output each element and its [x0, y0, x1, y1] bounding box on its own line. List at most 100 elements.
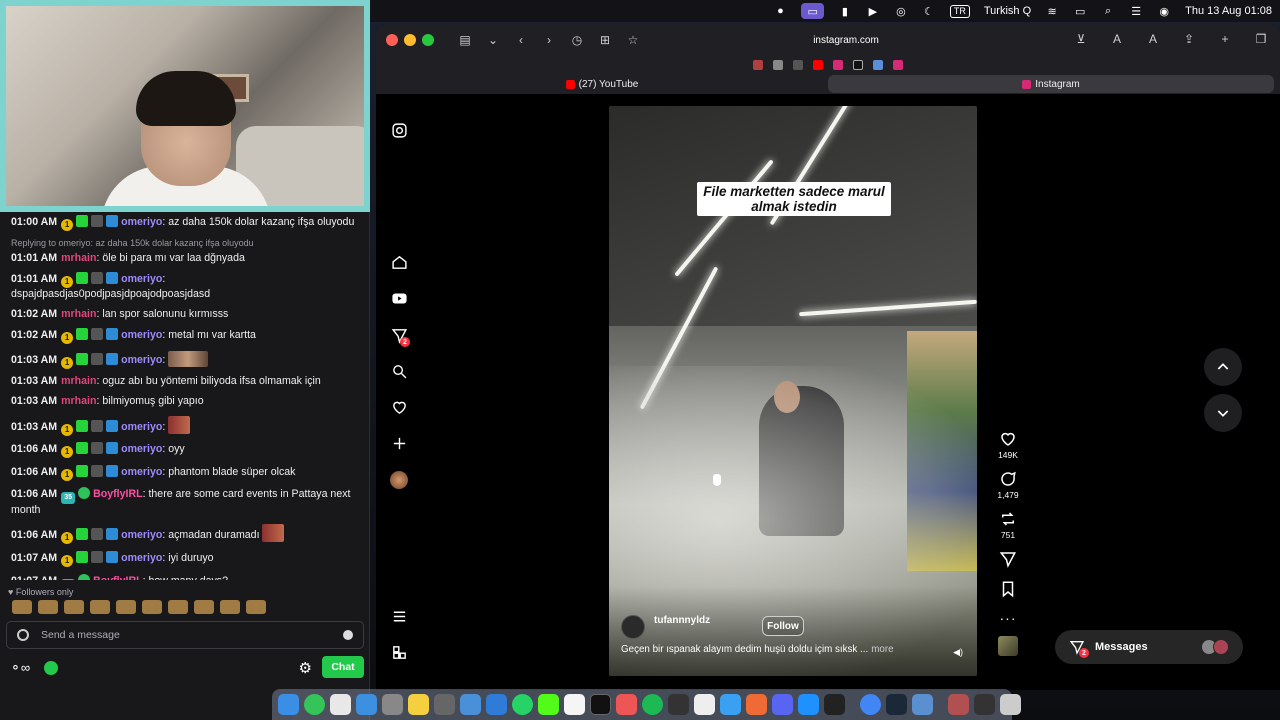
- app-icon[interactable]: [460, 694, 481, 715]
- chat-message[interactable]: 01:06 AM 1 omeriyo: phantom blade süper ol…: [11, 461, 362, 484]
- mail-icon[interactable]: [356, 694, 377, 715]
- tabs-overview-icon[interactable]: ❐: [1250, 29, 1272, 49]
- chat-username[interactable]: mrhain: [61, 395, 96, 407]
- chat-message[interactable]: 01:06 AM 35 BoyflyIRL: there are some card…: [11, 484, 362, 521]
- chat-message[interactable]: 01:03 AM 1 omeriyo:: [11, 412, 362, 439]
- chat-username[interactable]: omeriyo: [121, 529, 162, 541]
- tab-instagram[interactable]: Instagram: [828, 75, 1274, 93]
- app-icon[interactable]: [304, 694, 325, 715]
- verified-badge-icon[interactable]: [78, 487, 91, 500]
- gun-badge-icon[interactable]: [91, 215, 104, 228]
- like-action[interactable]: 149K: [990, 430, 1026, 460]
- airdrop-icon[interactable]: ◎: [894, 3, 908, 19]
- chat-message[interactable]: 01:01 AM mrhain: öle bi para mı var laa d…: [11, 249, 362, 269]
- emote[interactable]: [116, 600, 136, 614]
- gift-badge-icon[interactable]: [76, 328, 89, 341]
- whatsapp-icon[interactable]: [512, 694, 533, 715]
- chrome-icon[interactable]: [860, 694, 881, 715]
- create-plus-icon[interactable]: [387, 433, 411, 453]
- gift-badge-icon[interactable]: [76, 551, 89, 564]
- app-icon[interactable]: [694, 694, 715, 715]
- favorite-icon[interactable]: [793, 60, 803, 70]
- emote[interactable]: [90, 600, 110, 614]
- messages-button[interactable]: 2 Messages: [1055, 630, 1243, 664]
- sub-badge[interactable]: 1: [61, 332, 74, 345]
- sub-badge[interactable]: 1: [61, 275, 74, 288]
- steam-icon[interactable]: [886, 694, 907, 715]
- chat-message[interactable]: 01:00 AM 1 omeriyo: az daha 150k dolar kaz…: [11, 212, 362, 235]
- input-source-badge[interactable]: TR: [949, 4, 970, 18]
- sub-badge[interactable]: 1: [61, 532, 74, 545]
- chat-send-button[interactable]: Chat: [322, 656, 364, 678]
- search-icon[interactable]: ⌕: [1101, 3, 1115, 19]
- forward-icon[interactable]: ›: [538, 30, 560, 50]
- chat-username[interactable]: mrhain: [61, 375, 96, 387]
- screen-share-icon[interactable]: ▭: [801, 3, 824, 19]
- blue-badge-icon[interactable]: [106, 442, 119, 455]
- youtube-nav-icon[interactable]: [387, 288, 411, 308]
- sub-badge[interactable]: 1: [61, 468, 74, 481]
- photos-icon[interactable]: [564, 694, 585, 715]
- chat-message[interactable]: 01:07 AM 1 omeriyo: iyi duruyo: [11, 548, 362, 571]
- close-window-button[interactable]: [386, 34, 398, 46]
- notes-icon[interactable]: ▮: [838, 3, 852, 19]
- battery-icon[interactable]: ▭: [1073, 3, 1087, 19]
- sub-badge[interactable]: 1: [61, 555, 74, 568]
- settings-icon[interactable]: [382, 694, 403, 715]
- more-apps-icon[interactable]: [387, 642, 411, 662]
- tab-youtube[interactable]: (27) YouTube: [380, 75, 824, 93]
- kick-icon[interactable]: [44, 661, 59, 675]
- emote[interactable]: [220, 600, 240, 614]
- trash-icon[interactable]: [1000, 694, 1021, 715]
- app-icon[interactable]: [798, 694, 819, 715]
- app-icon[interactable]: [668, 694, 689, 715]
- finder-icon[interactable]: [278, 694, 299, 715]
- gift-badge-icon[interactable]: [76, 442, 89, 455]
- previous-reel-button[interactable]: [1204, 348, 1242, 386]
- author-avatar[interactable]: [621, 615, 645, 639]
- gun-badge-icon[interactable]: [91, 419, 104, 432]
- instagram-favorite-icon[interactable]: [833, 60, 843, 70]
- reel-video[interactable]: File marketten sadece marul almak istedi…: [609, 106, 977, 676]
- share-action[interactable]: [990, 550, 1026, 570]
- app-icon[interactable]: [616, 694, 637, 715]
- zoom-window-button[interactable]: [422, 34, 434, 46]
- sub-badge[interactable]: 1: [61, 446, 74, 459]
- app-icon[interactable]: [746, 694, 767, 715]
- sub-badge[interactable]: 1: [61, 356, 74, 369]
- clock-text[interactable]: Thu 13 Aug 01:08: [1185, 3, 1272, 19]
- gun-badge-icon[interactable]: [91, 528, 104, 541]
- history-icon[interactable]: ◷: [566, 30, 588, 50]
- emote[interactable]: [168, 415, 191, 434]
- audio-thumbnail[interactable]: [998, 636, 1018, 656]
- more-options-icon[interactable]: ···: [990, 610, 1026, 626]
- emote[interactable]: [246, 600, 266, 614]
- launchpad-icon[interactable]: [330, 694, 351, 715]
- favorite-icon[interactable]: [873, 60, 883, 70]
- discord-icon[interactable]: [772, 694, 793, 715]
- youtube-favorite-icon[interactable]: [813, 60, 823, 70]
- spotify-icon[interactable]: [642, 694, 663, 715]
- blue-badge-icon[interactable]: [106, 352, 119, 365]
- chat-username[interactable]: mrhain: [61, 252, 96, 264]
- emote[interactable]: [38, 600, 58, 614]
- back-icon[interactable]: ‹: [510, 30, 532, 50]
- community-icon[interactable]: ⚬∞: [10, 660, 30, 676]
- sub-badge[interactable]: 1: [61, 423, 74, 436]
- comment-action[interactable]: 1,479: [990, 470, 1026, 500]
- blue-badge-icon[interactable]: [106, 528, 119, 541]
- chat-username[interactable]: omeriyo: [121, 354, 162, 366]
- blue-badge-icon[interactable]: [106, 328, 119, 341]
- gift-badge-icon[interactable]: [76, 271, 89, 284]
- chat-message[interactable]: 01:01 AM 1 omeriyo: dspajdpasdjas0podjpasj…: [11, 269, 362, 305]
- notes-icon[interactable]: [408, 694, 429, 715]
- chat-username[interactable]: omeriyo: [121, 466, 162, 478]
- save-action[interactable]: [990, 580, 1026, 600]
- chat-username[interactable]: omeriyo: [121, 421, 162, 433]
- gift-badge-icon[interactable]: [76, 464, 89, 477]
- search-icon[interactable]: [387, 361, 411, 381]
- app-icon[interactable]: [948, 694, 969, 715]
- chat-message[interactable]: 01:03 AM mrhain: bilmiyomuş gibi yapıo: [11, 392, 362, 412]
- chat-message[interactable]: 01:03 AM 1 omeriyo:: [11, 347, 362, 372]
- blue-badge-icon[interactable]: [106, 551, 119, 564]
